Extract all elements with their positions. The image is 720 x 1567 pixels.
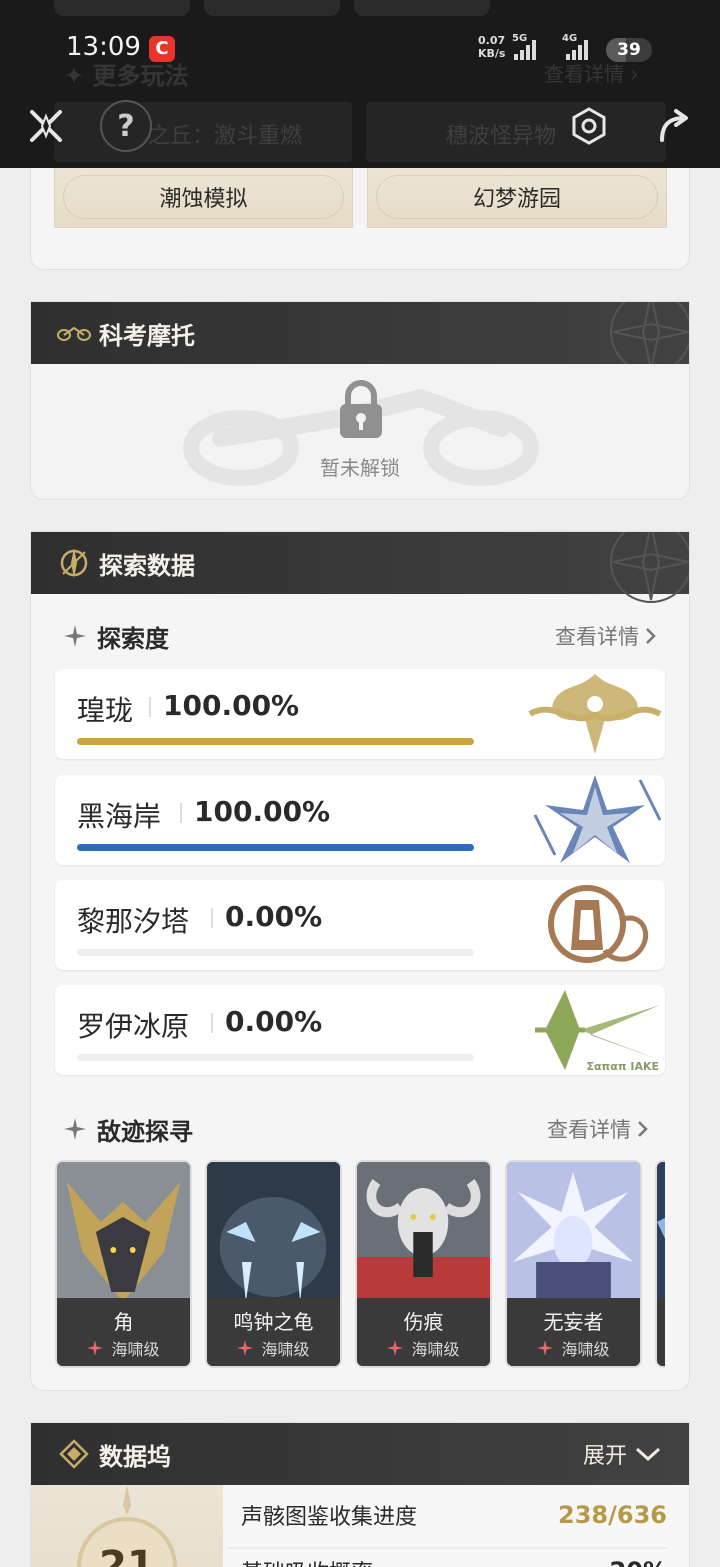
dock-title: 数据坞 <box>99 1442 171 1471</box>
explore-header: 探索数据 <box>31 532 689 603</box>
grade-star-icon <box>387 1340 404 1356</box>
data-dock-card: 数据坞 展开 21 声骸图鉴收集进度 238/636 基础吸收概率 20% <box>30 1422 690 1567</box>
huanglong-emblem-icon <box>528 674 662 754</box>
region-row-rinascita[interactable]: 黎那汐塔 0.00% <box>55 880 665 970</box>
grade-star-icon <box>87 1340 104 1356</box>
moto-header: 科考摩托 <box>31 302 689 373</box>
dock-row-absorb: 基础吸收概率 20% <box>241 1555 667 1567</box>
region-percent: 100.00% <box>163 689 300 722</box>
enemy-grade: 海啸级 <box>261 1340 310 1359</box>
enemy-name: 角 <box>113 1310 134 1334</box>
progress-track <box>77 1054 474 1061</box>
rinascita-emblem-icon <box>548 885 649 963</box>
enemy-card-bell-turtle[interactable]: 鸣钟之龟 海啸级 <box>205 1160 342 1368</box>
region-percent: 100.00% <box>194 795 331 828</box>
enemy-grade: 海啸级 <box>561 1340 610 1359</box>
close-x-icon[interactable] <box>20 100 72 152</box>
chevron-right-icon <box>638 1121 648 1137</box>
enemy-carousel[interactable]: 角 海啸级 鸣钟之龟 海啸级 伤痕 海啸级 无妄者 海啸级 <box>55 1160 665 1370</box>
ghost-tab <box>54 0 190 16</box>
more-play-card: 潮蚀模拟 幻梦游园 <box>30 160 690 270</box>
enemy-portrait <box>57 1162 190 1302</box>
region-name: 瑝珑 <box>77 694 134 727</box>
ghost-button-label: 之丘：激斗重燃 <box>148 124 303 149</box>
share-arrow-icon[interactable] <box>648 100 700 152</box>
dock-row-collection: 声骸图鉴收集进度 238/636 <box>241 1501 667 1530</box>
dock-level-panel: 21 <box>31 1485 223 1567</box>
chevron-down-icon <box>635 1447 661 1462</box>
battery-indicator: 39 <box>606 38 652 62</box>
region-percent: 0.00% <box>225 1005 323 1038</box>
enemy-card-partial[interactable]: 无 <box>655 1160 665 1368</box>
degree-title: 探索度 <box>63 619 169 654</box>
diamond-icon <box>51 1439 97 1469</box>
help-icon[interactable]: ? <box>100 100 152 152</box>
enemy-portrait <box>657 1162 665 1302</box>
enemy-card-scar[interactable]: 伤痕 海啸级 <box>355 1160 492 1368</box>
lock-text: 暂未解锁 <box>320 456 400 480</box>
enemy-portrait <box>357 1162 490 1302</box>
enemy-name: 无 <box>657 1306 665 1335</box>
ghost-tab <box>204 0 340 16</box>
top-overlay: ✦ 更多玩法 查看详情 › 之丘：激斗重燃 穗波怪异物 13:09 C 0.07… <box>0 0 720 168</box>
region-name: 黎那汐塔 <box>77 905 190 938</box>
progress-track <box>77 949 474 956</box>
compass-icon <box>51 546 97 580</box>
progress-fill <box>77 844 474 851</box>
region-row-huanglong[interactable]: 瑝珑 100.00% <box>55 669 665 759</box>
moto-card: 科考摩托 暂未解锁 <box>30 301 690 500</box>
motorbike-icon <box>51 323 97 343</box>
ghost-section-more: 查看详情 › <box>544 62 639 86</box>
lock-icon <box>340 380 382 438</box>
dock-expand-button[interactable]: 展开 <box>583 1438 661 1470</box>
degree-section-header: 探索度 查看详情 <box>63 619 657 654</box>
enemy-portrait <box>507 1162 640 1302</box>
progress-track <box>77 844 474 851</box>
enemy-card-jue[interactable]: 角 海啸级 <box>55 1160 192 1368</box>
signal-bars-icon <box>566 38 588 60</box>
region-name: 罗伊冰原 <box>77 1010 190 1043</box>
enemy-name: 无妄者 <box>543 1310 604 1334</box>
enemy-name: 伤痕 <box>403 1310 444 1334</box>
enemy-name: 鸣钟之龟 <box>233 1310 314 1334</box>
tide-simulation-button[interactable]: 潮蚀模拟 <box>54 166 353 228</box>
app-notification-icon: C <box>149 36 175 62</box>
header-deco <box>610 532 689 603</box>
enemy-grade: 海啸级 <box>411 1340 460 1359</box>
dock-header[interactable]: 数据坞 展开 <box>31 1423 689 1485</box>
grade-star-icon <box>237 1340 254 1356</box>
enemy-section-header: 敌迹探寻 查看详情 <box>63 1112 657 1147</box>
enemy-title: 敌迹探寻 <box>63 1112 193 1147</box>
grade-star-icon <box>537 1340 554 1356</box>
region-row-black-shores[interactable]: 黑海岸 100.00% <box>55 775 665 865</box>
explore-card: 探索数据 探索度 查看详情 瑝珑 100.00% 黑海岸 100.00% 黎那汐… <box>30 531 690 1391</box>
region-percent: 0.00% <box>225 900 323 933</box>
settings-hex-icon[interactable] <box>563 100 615 152</box>
sparkle-icon <box>64 625 86 647</box>
network-rate: 0.07 KB/s <box>478 34 506 60</box>
moto-title: 科考摩托 <box>99 321 195 350</box>
ghost-tab <box>354 0 490 16</box>
enemy-card-false-sovereign[interactable]: 无妄者 海啸级 <box>505 1160 642 1368</box>
frostlands-emblem-text: Σαπαπ ΙΑΚΕ <box>586 1060 659 1073</box>
region-name: 黑海岸 <box>77 800 162 833</box>
degree-more-link[interactable]: 查看详情 <box>555 621 657 651</box>
dream-park-button[interactable]: 幻梦游园 <box>367 166 667 228</box>
locked-area: 暂未解锁 <box>31 364 689 499</box>
enemy-portrait <box>207 1162 340 1302</box>
signal-bars-icon <box>514 38 536 60</box>
enemy-grade: 海啸级 <box>111 1340 160 1359</box>
region-row-frostlands[interactable]: 罗伊冰原 0.00% Σαπαπ ΙΑΚΕ <box>55 985 665 1075</box>
progress-track <box>77 738 474 745</box>
black-shores-emblem-icon <box>533 775 662 863</box>
status-time: 13:09 <box>66 32 141 62</box>
dock-body: 21 声骸图鉴收集进度 238/636 基础吸收概率 20% <box>31 1485 689 1567</box>
ghost-button-label: 穗波怪异物 <box>446 124 557 149</box>
sparkle-icon <box>64 1118 86 1140</box>
chevron-right-icon <box>646 628 656 644</box>
enemy-more-link[interactable]: 查看详情 <box>547 1114 649 1144</box>
explore-title: 探索数据 <box>99 551 195 580</box>
progress-fill <box>77 738 474 745</box>
